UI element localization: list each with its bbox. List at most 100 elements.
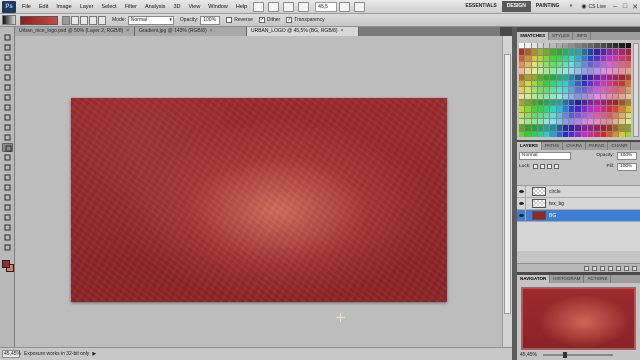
swatch-cell[interactable] bbox=[581, 112, 588, 118]
tab-styles[interactable]: STYLES bbox=[549, 32, 574, 40]
swatch-cell[interactable] bbox=[525, 74, 531, 80]
healing-brush-tool-icon[interactable] bbox=[2, 93, 13, 102]
menu-analysis[interactable]: Analysis bbox=[141, 4, 169, 10]
swatch-cell[interactable] bbox=[619, 62, 625, 68]
radial-gradient-icon[interactable] bbox=[71, 15, 79, 25]
tab-layers[interactable]: LAYERS bbox=[517, 142, 542, 150]
swatch-cell[interactable] bbox=[625, 49, 631, 55]
swatch-cell[interactable] bbox=[519, 112, 525, 118]
mode-select[interactable]: Normal ▾ bbox=[127, 15, 174, 25]
swatch-cell[interactable] bbox=[581, 119, 588, 125]
swatch-cell[interactable] bbox=[600, 49, 606, 55]
swatch-cell[interactable] bbox=[581, 106, 588, 112]
swatch-cell[interactable] bbox=[619, 100, 625, 106]
gradient-tool-preset-icon[interactable] bbox=[2, 15, 16, 25]
swatch-cell[interactable] bbox=[531, 119, 537, 125]
swatch-cell[interactable] bbox=[600, 43, 606, 49]
maximize-button[interactable]: □ bbox=[620, 3, 630, 10]
swatch-cell[interactable] bbox=[606, 62, 613, 68]
path-select-tool-icon[interactable] bbox=[2, 193, 13, 202]
swatch-cell[interactable] bbox=[575, 68, 581, 74]
swatch-cell[interactable] bbox=[550, 55, 556, 61]
swatch-cell[interactable] bbox=[594, 43, 600, 49]
swatch-cell[interactable] bbox=[550, 81, 556, 87]
swatch-cell[interactable] bbox=[600, 100, 606, 106]
swatch-cell[interactable] bbox=[544, 119, 550, 125]
swatch-cell[interactable] bbox=[613, 68, 619, 74]
navigator-zoom-slider[interactable] bbox=[542, 351, 613, 358]
swatch-cell[interactable] bbox=[606, 43, 613, 49]
workspace-more-icon[interactable]: » bbox=[564, 1, 577, 12]
swatch-cell[interactable] bbox=[594, 112, 600, 118]
swatch-cell[interactable] bbox=[544, 49, 550, 55]
swatch-cell[interactable] bbox=[556, 87, 562, 93]
swatch-cell[interactable] bbox=[531, 112, 537, 118]
swatch-cell[interactable] bbox=[525, 43, 531, 49]
swatch-cell[interactable] bbox=[562, 93, 569, 99]
swatch-cell[interactable] bbox=[556, 43, 562, 49]
swatch-cell[interactable] bbox=[550, 87, 556, 93]
history-brush-tool-icon[interactable] bbox=[2, 123, 13, 132]
tab-paths[interactable]: PATHS bbox=[542, 142, 564, 150]
swatch-cell[interactable] bbox=[619, 125, 625, 131]
swatch-cell[interactable] bbox=[531, 49, 537, 55]
swatch-cell[interactable] bbox=[606, 49, 613, 55]
adjustment-layer-icon[interactable] bbox=[608, 265, 613, 271]
swatch-cell[interactable] bbox=[544, 112, 550, 118]
swatch-cell[interactable] bbox=[625, 74, 631, 80]
swatch-cell[interactable] bbox=[537, 74, 544, 80]
gradient-preview-swatch[interactable] bbox=[20, 15, 58, 25]
swatch-cell[interactable] bbox=[619, 43, 625, 49]
clone-stamp-tool-icon[interactable] bbox=[2, 113, 13, 122]
swatch-cell[interactable] bbox=[594, 100, 600, 106]
swatch-cell[interactable] bbox=[588, 87, 594, 93]
swatch-cell[interactable] bbox=[537, 55, 544, 61]
dodge-tool-icon[interactable] bbox=[2, 163, 13, 172]
foreground-color-swatch[interactable] bbox=[2, 260, 10, 268]
lasso-tool-icon[interactable] bbox=[2, 53, 13, 62]
swatch-cell[interactable] bbox=[519, 87, 525, 93]
swatch-cell[interactable] bbox=[588, 74, 594, 80]
swatch-cell[interactable] bbox=[600, 74, 606, 80]
swatch-cell[interactable] bbox=[537, 68, 544, 74]
eyedropper-tool-icon[interactable] bbox=[2, 83, 13, 92]
close-icon[interactable]: × bbox=[341, 28, 344, 34]
tab-paragraph[interactable]: PARAG bbox=[586, 142, 609, 150]
menu-file[interactable]: File bbox=[18, 4, 35, 10]
swatch-cell[interactable] bbox=[600, 68, 606, 74]
swatch-cell[interactable] bbox=[569, 87, 575, 93]
close-button[interactable]: ✕ bbox=[630, 3, 640, 11]
tab-histogram[interactable]: HISTOGRAM bbox=[550, 275, 585, 283]
swatch-cell[interactable] bbox=[619, 112, 625, 118]
tab-urban-nice-logo[interactable]: Urban_nice_logo.psd @ 50% (Layer 2, RGB/… bbox=[15, 27, 135, 36]
status-zoom-field[interactable]: 45,45% bbox=[2, 350, 21, 358]
hand-tool-icon[interactable] bbox=[283, 1, 295, 12]
close-icon[interactable]: × bbox=[210, 28, 213, 34]
swatch-cell[interactable] bbox=[519, 119, 525, 125]
swatch-cell[interactable] bbox=[625, 112, 631, 118]
swatch-cell[interactable] bbox=[537, 62, 544, 68]
swatch-cell[interactable] bbox=[562, 106, 569, 112]
tab-swatches[interactable]: SWATCHES bbox=[517, 32, 550, 40]
swatch-cell[interactable] bbox=[600, 55, 606, 61]
workspace-painting[interactable]: PAINTING bbox=[531, 1, 565, 12]
swatch-cell[interactable] bbox=[544, 68, 550, 74]
swatch-cell[interactable] bbox=[625, 43, 631, 49]
menu-edit[interactable]: Edit bbox=[35, 4, 52, 10]
swatch-cell[interactable] bbox=[550, 49, 556, 55]
swatch-cell[interactable] bbox=[556, 93, 562, 99]
swatch-cell[interactable] bbox=[525, 93, 531, 99]
reflected-gradient-icon[interactable] bbox=[89, 15, 97, 25]
swatch-cell[interactable] bbox=[525, 119, 531, 125]
swatch-cell[interactable] bbox=[562, 62, 569, 68]
workspace-essentials[interactable]: ESSENTIALS bbox=[460, 1, 501, 12]
swatch-cell[interactable] bbox=[556, 131, 562, 137]
swatch-cell[interactable] bbox=[619, 106, 625, 112]
swatch-cell[interactable] bbox=[544, 43, 550, 49]
swatch-cell[interactable] bbox=[575, 87, 581, 93]
swatch-cell[interactable] bbox=[544, 125, 550, 131]
visibility-eye-icon[interactable] bbox=[517, 185, 526, 198]
lock-transparent-icon[interactable] bbox=[533, 164, 539, 169]
status-menu-arrow-icon[interactable]: ▶ bbox=[92, 351, 96, 357]
swatch-cell[interactable] bbox=[581, 131, 588, 137]
